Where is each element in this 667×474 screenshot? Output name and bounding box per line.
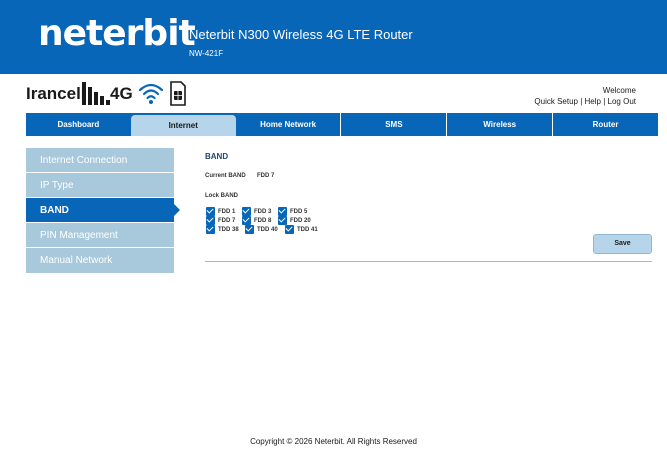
band-checkbox-tdd41[interactable]: TDD 41 [285,225,318,234]
band-label: FDD 5 [290,208,308,215]
current-band-value: FDD 7 [257,173,275,179]
band-label: FDD 8 [254,217,272,224]
sidebar-menu: Internet Connection IP Type BAND PIN Man… [26,148,174,273]
help-link[interactable]: Help [585,97,601,106]
product-title: Neterbit N300 Wireless 4G LTE Router [189,27,413,42]
tab-router[interactable]: Router [552,113,658,136]
checkbox-checked-icon [245,225,254,234]
tab-dashboard[interactable]: Dashboard [26,113,131,136]
checkbox-checked-icon [285,225,294,234]
band-checkbox-fdd8[interactable]: FDD 8 [242,216,271,225]
sidebar-item-band[interactable]: BAND [26,198,174,223]
band-label: FDD 3 [254,208,272,215]
band-label: TDD 40 [257,226,278,233]
brand-logo: neterbit [38,13,196,54]
welcome-text: Welcome [602,86,636,95]
band-label: TDD 38 [218,226,239,233]
tab-home-network[interactable]: Home Network [236,113,341,136]
sidebar-item-pin-management[interactable]: PIN Management [26,223,174,248]
main-nav: Dashboard Internet Home Network SMS Wire… [26,113,658,136]
section-title: BAND [205,152,229,161]
active-item-arrow-icon [174,204,180,216]
section-divider [205,261,652,262]
network-type: 4G [110,84,133,103]
user-links: Quick Setup | Help | Log Out [534,97,636,107]
band-label: FDD 20 [290,217,311,224]
band-checkbox-tdd38[interactable]: TDD 38 [206,225,239,234]
footer-copyright: Copyright © 2026 Neterbit. All Rights Re… [250,437,417,446]
tab-wireless[interactable]: Wireless [446,113,552,136]
checkbox-checked-icon [278,216,287,225]
band-checkbox-fdd20[interactable]: FDD 20 [278,216,311,225]
link-separator: | [580,97,583,106]
checkbox-checked-icon [206,225,215,234]
sim-card-icon [170,81,186,106]
quick-setup-link[interactable]: Quick Setup [534,97,578,106]
lock-band-label: Lock BAND [205,193,239,199]
band-label: FDD 1 [218,208,236,215]
sidebar-item-ip-type[interactable]: IP Type [26,173,174,198]
band-checkbox-tdd40[interactable]: TDD 40 [245,225,278,234]
current-band-label: Current BAND [205,173,246,179]
operator-name: Irancell [26,84,86,103]
signal-strength-icon [82,82,110,105]
link-separator: | [603,97,606,106]
model-number: NW-421F [189,49,224,58]
band-label: FDD 7 [218,217,236,224]
tab-sms[interactable]: SMS [340,113,446,136]
sidebar-item-internet-connection[interactable]: Internet Connection [26,148,174,173]
log-out-link[interactable]: Log Out [608,97,636,106]
sidebar-item-manual-network[interactable]: Manual Network [26,248,174,273]
tab-internet[interactable]: Internet [130,115,236,136]
band-label: TDD 41 [297,226,318,233]
save-button[interactable]: Save [593,234,652,254]
header-banner: neterbit Neterbit N300 Wireless 4G LTE R… [0,0,667,74]
wifi-icon [138,83,164,104]
